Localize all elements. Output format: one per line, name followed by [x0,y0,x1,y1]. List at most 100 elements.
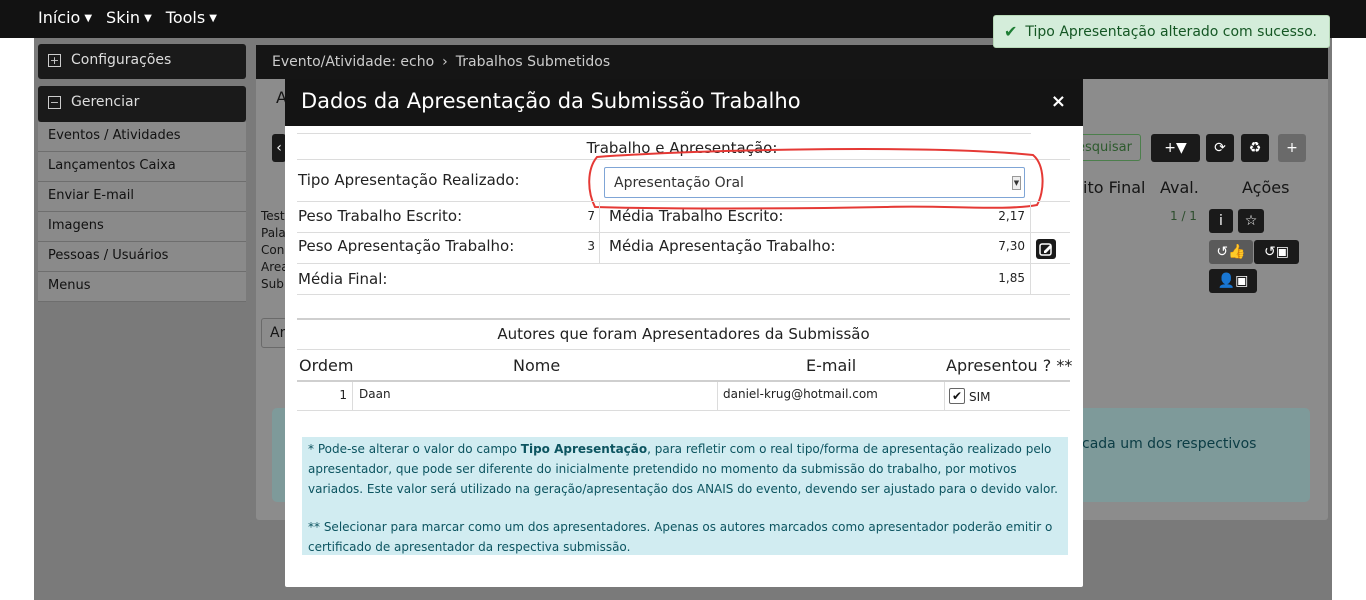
edit-button[interactable] [1036,239,1056,259]
tipo-label: Tipo Apresentação Realizado: [298,171,520,189]
header-nome: Nome [513,356,561,375]
star-icon: ☆ [1244,213,1258,229]
breadcrumb: Evento/Atividade: echo › Trabalhos Submeti… [256,45,1328,79]
bg-tab-fragment[interactable]: Ar [261,318,287,348]
caret-down-icon: ▼ [144,13,152,24]
recycle-button[interactable]: ♻ [1241,134,1269,162]
divider [297,201,1070,202]
peso-escrito-label: Peso Trabalho Escrito: [298,207,463,225]
caret-down-icon: ▼ [84,13,93,24]
note1-bold: Tipo Apresentação [520,442,648,456]
author-email: daniel-krug@hotmail.com [723,387,878,401]
modal-header: Dados da Apresentação da Submissão Traba… [285,79,1083,126]
divider [297,133,1031,134]
media-apres-label: Média Apresentação Trabalho: [609,237,836,255]
divider [944,382,945,410]
media-final-label: Média Final: [298,270,388,288]
check-icon: ✔ [1004,22,1018,41]
apresentou-checkbox[interactable]: ✔ [949,388,965,404]
col-final: ito Final [1083,178,1146,197]
header-email: E-mail [806,356,857,375]
presenter-button[interactable]: 👤▣ [1209,269,1257,293]
close-icon[interactable]: × [1051,91,1066,112]
menu-inicio[interactable]: Início ▼ [38,8,92,27]
divider [297,410,1070,411]
menu-skin-label: Skin [106,8,141,27]
divider [297,380,1070,382]
note1-text: * Pode-se alterar o valor do campo [308,442,521,456]
sidebar-manage-label: Gerenciar [71,94,140,110]
recycle-icon: ♻ [1248,140,1262,156]
section-title-autores: Autores que foram Apresentadores da Subm… [497,325,870,343]
menu-skin[interactable]: Skin ▼ [106,8,152,27]
user-present-icon: 👤▣ [1217,273,1249,289]
peso-apres-label: Peso Apresentação Trabalho: [298,237,515,255]
plus-icon: + [1286,140,1298,156]
add-filter-button[interactable]: +▼ [1151,134,1200,162]
star-button[interactable]: ☆ [1238,209,1264,233]
divider [352,382,353,410]
sidebar-item-pessoas[interactable]: Pessoas / Usuários [38,242,246,272]
undo-approve-button[interactable]: ↺👍 [1209,240,1253,264]
media-final-value: 1,85 [998,271,1025,285]
chevron-right-icon: › [442,54,448,70]
sidebar-items: Eventos / Atividades Lançamentos Caixa E… [38,122,246,302]
info-button[interactable]: i [1209,209,1233,233]
refresh-icon: ⟳ [1214,140,1226,156]
sidebar-config-card[interactable]: + Configurações [38,44,246,79]
undo-present-button[interactable]: ↺▣ [1254,240,1299,264]
filter-icon: +▼ [1164,140,1187,156]
author-nome: Daan [359,387,391,401]
minus-box-icon: − [48,95,61,109]
sidebar-item-menus[interactable]: Menus [38,272,246,302]
sidebar-item-eventos[interactable]: Eventos / Atividades [38,122,246,152]
header-ordem: Ordem [299,356,354,375]
edit-icon [1039,243,1052,256]
refresh-button[interactable]: ⟳ [1206,134,1234,162]
caret-down-icon: ▼ [209,13,217,24]
media-escrito-value: 2,17 [998,209,1025,223]
info-icon: i [1219,213,1223,229]
author-ordem: 1 [339,388,347,402]
modal-title: Dados da Apresentação da Submissão Traba… [301,89,801,113]
breadcrumb-page: Trabalhos Submetidos [455,54,611,70]
bg-back-button[interactable]: ‹ [272,134,286,162]
top-menu: Início ▼ Skin ▼ Tools ▼ [38,8,217,27]
media-apres-value: 7,30 [998,239,1025,253]
col-acoes: Ações [1242,178,1290,197]
breadcrumb-event[interactable]: Evento/Atividade: echo [272,54,434,70]
divider [1030,201,1031,294]
plus-box-icon: + [48,53,61,67]
note-paragraph-1: * Pode-se alterar o valor do campo Tipo … [308,439,1062,499]
sidebar-item-email[interactable]: Enviar E-mail [38,182,246,212]
add-button[interactable]: + [1278,134,1306,162]
help-note: * Pode-se alterar o valor do campo Tipo … [302,437,1068,555]
divider [297,232,1070,233]
divider [717,382,718,410]
sidebar-config-label: Configurações [71,52,172,68]
sidebar-manage-card[interactable]: − Gerenciar [38,86,246,122]
aval-value: 1 / 1 [1170,209,1197,223]
bg-info-fragment: cada um dos respectivos [1082,436,1257,452]
header-apresentou: Apresentou ? ** [946,356,1073,375]
col-aval: Aval. [1160,178,1199,197]
menu-tools[interactable]: Tools ▼ [166,8,217,27]
sidebar-item-lancamentos[interactable]: Lançamentos Caixa [38,152,246,182]
check-icon: ✔ [951,389,963,403]
divider [297,294,1070,295]
presentation-modal: Dados da Apresentação da Submissão Traba… [285,79,1083,587]
peso-apres-value: 3 [587,239,595,253]
note-paragraph-2: ** Selecionar para marcar como um dos ap… [308,520,1053,554]
peso-escrito-value: 7 [587,209,595,223]
apresentou-label: SIM [969,390,991,404]
media-escrito-label: Média Trabalho Escrito: [609,207,784,225]
undo-present-icon: ↺▣ [1264,244,1289,260]
menu-tools-label: Tools [165,8,206,27]
sidebar-item-imagens[interactable]: Imagens [38,212,246,242]
menu-inicio-label: Início [38,8,81,27]
success-toast: ✔ Tipo Apresentação alterado com sucesso… [993,15,1330,48]
divider [297,263,1070,264]
undo-thumb-icon: ↺👍 [1216,244,1246,260]
toast-message: Tipo Apresentação alterado com sucesso. [1025,23,1317,40]
divider [297,349,1070,350]
